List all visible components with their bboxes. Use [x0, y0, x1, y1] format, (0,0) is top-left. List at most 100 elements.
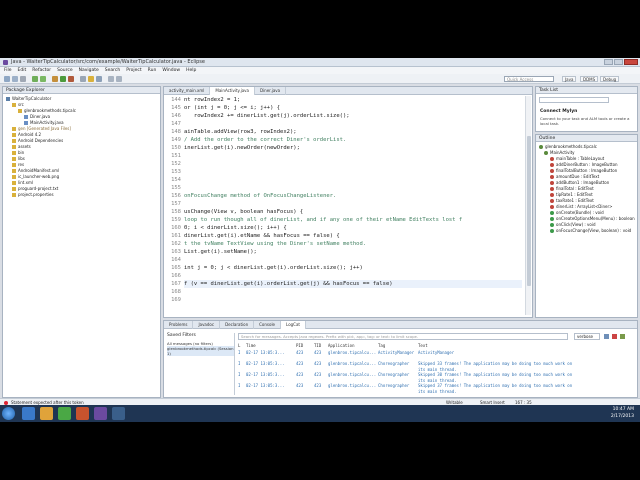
menu-item-navigate[interactable]: Navigate — [79, 67, 99, 74]
logcat-column-header[interactable]: PID — [296, 343, 303, 349]
code-line[interactable]: 164 — [171, 256, 522, 264]
menu-item-search[interactable]: Search — [105, 67, 120, 74]
code-line[interactable]: 151 — [171, 152, 522, 160]
perspective-ddms[interactable]: DDMS — [580, 76, 599, 82]
package-tree-item[interactable]: project.properties — [12, 192, 54, 198]
code-line[interactable]: 148 ainTable.addView(row3, rowIndex2); — [171, 128, 522, 136]
new-icon[interactable] — [4, 76, 10, 82]
logcat-row[interactable]: I 02-17 13:05:3... 423 423 glenbroo.tipcalcu… — [238, 372, 634, 383]
perspective-java[interactable]: Java — [562, 76, 577, 82]
code-line[interactable]: 165 int j = 0; j < dinerList.get(i).order… — [171, 264, 522, 272]
code-line[interactable]: 157 — [171, 200, 522, 208]
search-icon[interactable] — [96, 76, 102, 82]
eclipse-icon — [3, 60, 8, 65]
code-line[interactable]: 145 or (int j = 0; j <= i; j++) { — [171, 104, 522, 112]
open-type-icon[interactable] — [88, 76, 94, 82]
system-clock[interactable]: 10:47 AM 2/17/2013 — [611, 407, 634, 420]
task-find-input[interactable] — [539, 97, 609, 103]
code-line[interactable]: 149/ Add the order to the correct Diner'… — [171, 136, 522, 144]
code-line[interactable]: 160 0; i < dinerList.size(); i++) { — [171, 224, 522, 232]
code-text: t the tvName TextView using the Diner's … — [184, 241, 367, 247]
debug-icon[interactable] — [52, 76, 58, 82]
bottom-tab-console[interactable]: Console — [254, 321, 282, 329]
code-line[interactable]: 150 inerList.get(i).newOrder(newOrder); — [171, 144, 522, 152]
menu-item-file[interactable]: File — [4, 67, 12, 74]
start-button[interactable] — [2, 407, 15, 420]
editor-scroll-thumb[interactable] — [527, 136, 531, 286]
bottom-tab-javadoc[interactable]: Javadoc — [193, 321, 221, 329]
editor-scrollbar[interactable] — [525, 96, 531, 315]
menu-item-run[interactable]: Run — [148, 67, 157, 74]
connect-mylyn-text[interactable]: Connect to your task and ALM tools or cr… — [540, 116, 636, 126]
code-line[interactable]: 153 — [171, 168, 522, 176]
chrome-icon[interactable] — [58, 407, 71, 420]
logcat-column-header[interactable]: TID — [314, 343, 321, 349]
filter-item-session[interactable]: glenbrookmethods.tipcalc (Session 1) — [167, 346, 234, 356]
logcat-row[interactable]: I 02-17 13:05:3... 423 423 glenbroo.tipcalcu… — [238, 361, 634, 372]
code-line[interactable]: 162 t the tvName TextView using the Diner… — [171, 240, 522, 248]
code-line[interactable]: 167 f (v == dinerList.get(i).orderList.ge… — [171, 280, 522, 288]
logcat-column-header[interactable]: Application — [328, 343, 355, 349]
code-line[interactable]: 166 — [171, 272, 522, 280]
bottom-tab-declaration[interactable]: Declaration — [220, 321, 255, 329]
perspective-debug[interactable]: Debug — [600, 76, 620, 82]
code-line[interactable]: 168 — [171, 288, 522, 296]
back-icon[interactable] — [108, 76, 114, 82]
code-line[interactable]: 156 onFocusChange method of OnFocusChange… — [171, 192, 522, 200]
menu-item-help[interactable]: Help — [186, 67, 196, 74]
avd-manager-icon[interactable] — [40, 76, 46, 82]
menu-item-project[interactable]: Project — [126, 67, 141, 74]
save-icon[interactable] — [12, 76, 18, 82]
code-line[interactable]: 152 — [171, 160, 522, 168]
logcat-row[interactable]: I 02-17 13:05:3... 423 423 glenbroo.tipcalcu… — [238, 383, 634, 394]
media-icon[interactable] — [76, 407, 89, 420]
menu-item-edit[interactable]: Edit — [18, 67, 27, 74]
close-button[interactable] — [624, 59, 638, 65]
maximize-button[interactable] — [614, 59, 623, 65]
logcat-row[interactable]: I 02-17 13:05:3... 423 423 glenbroo.tipcalcu… — [238, 350, 634, 361]
code-line[interactable]: 146 rowIndex2 += dinerList.get(j).orderL… — [171, 112, 522, 120]
minimize-button[interactable] — [604, 59, 613, 65]
window-titlebar[interactable]: Java - WaiterTipCalculator/src/com/examp… — [0, 58, 640, 67]
ie-icon[interactable] — [22, 407, 35, 420]
code-line[interactable]: 169 — [171, 296, 522, 304]
forward-icon[interactable] — [116, 76, 122, 82]
editor-tab[interactable]: MainActivity.java — [210, 87, 255, 95]
bottom-tab-problems[interactable]: Problems — [164, 321, 194, 329]
code-line[interactable]: 144 nt rowIndex2 = 1; — [171, 96, 522, 104]
clear-log-icon[interactable] — [612, 334, 617, 339]
code-line[interactable]: 154 — [171, 176, 522, 184]
logcat-column-header[interactable]: Text — [418, 343, 428, 349]
menu-item-refactor[interactable]: Refactor — [32, 67, 51, 74]
external-tools-icon[interactable] — [68, 76, 74, 82]
quick-access-input[interactable]: Quick Access — [504, 76, 554, 82]
scroll-lock-icon[interactable] — [620, 334, 625, 339]
bottom-tab-logcat[interactable]: LogCat — [281, 321, 306, 329]
logcat-search-input[interactable]: Search for messages. Accepts Java regexe… — [238, 333, 568, 340]
code-line[interactable]: 163 List.get(i).setName(); — [171, 248, 522, 256]
menu-item-window[interactable]: Window — [162, 67, 180, 74]
app-taskbar-icon[interactable] — [112, 407, 125, 420]
code-line[interactable]: 155 — [171, 184, 522, 192]
editor-tab[interactable]: activity_main.xml — [164, 87, 211, 95]
code-line[interactable]: 159 loop to run though all of dinerList, … — [171, 216, 522, 224]
logcat-column-header[interactable]: Time — [246, 343, 256, 349]
run-icon[interactable] — [60, 76, 66, 82]
code-line[interactable]: 147 — [171, 120, 522, 128]
android-sdk-icon[interactable] — [32, 76, 38, 82]
task-list-panel: Task List Connect Mylyn Connect to your … — [535, 86, 638, 132]
log-level-select[interactable]: verbose — [574, 333, 600, 340]
code-area[interactable]: 144 nt rowIndex2 = 1; 145 or (int j = 0; j … — [171, 96, 522, 315]
explorer-icon[interactable] — [40, 407, 53, 420]
code-line[interactable]: 158 usChange(View v, boolean hasFocus) { — [171, 208, 522, 216]
print-icon[interactable] — [20, 76, 26, 82]
editor-tab[interactable]: Diner.java — [255, 87, 287, 95]
menu-item-source[interactable]: Source — [57, 67, 72, 74]
logcat-column-header[interactable]: Tag — [378, 343, 385, 349]
logcat-column-header[interactable]: L — [238, 343, 240, 349]
new-java-project-icon[interactable] — [80, 76, 86, 82]
outline-item[interactable]: onFocusChange(View, boolean) : void — [550, 228, 631, 234]
save-log-icon[interactable] — [604, 334, 609, 339]
eclipse-taskbar-icon[interactable] — [94, 407, 107, 420]
code-line[interactable]: 161 dinerList.get(i).etName && hasFocus =… — [171, 232, 522, 240]
